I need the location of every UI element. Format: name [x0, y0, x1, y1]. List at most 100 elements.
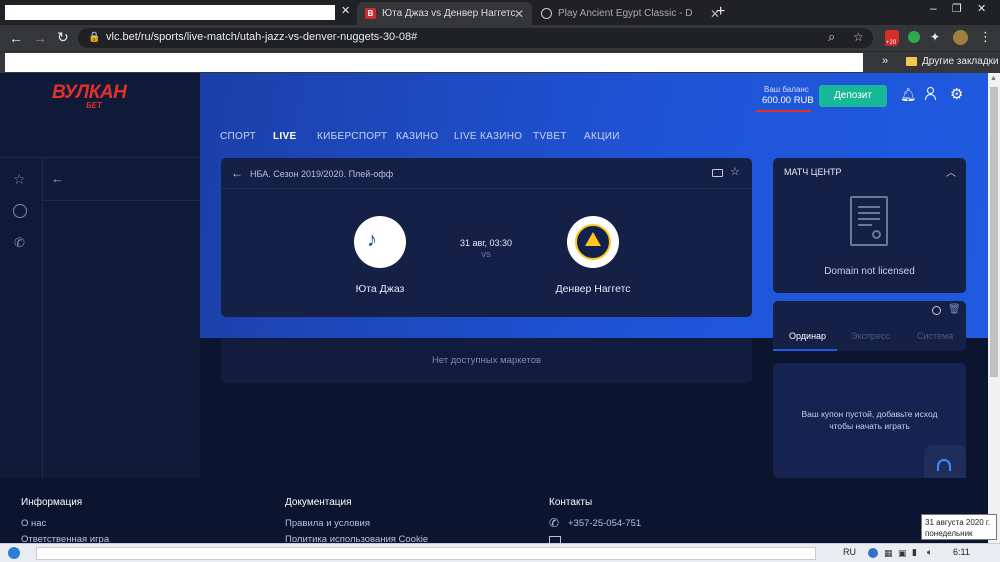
mail-icon [549, 536, 561, 543]
other-bookmarks[interactable]: Другие закладки [922, 56, 999, 67]
deposit-button[interactable]: Депозит [819, 85, 887, 107]
tab-system[interactable]: Система [917, 331, 953, 341]
balance-value[interactable]: 600.00 RUB [762, 95, 814, 106]
scroll-up-icon[interactable]: ▲ [990, 75, 997, 82]
network-icon[interactable]: ▦ [884, 548, 893, 559]
reload-icon[interactable]: ↻ [57, 30, 69, 44]
help-icon[interactable] [868, 548, 878, 558]
close-tab-icon[interactable]: ✕ [514, 7, 524, 21]
footer-col1-title: Информация [21, 497, 83, 508]
betslip-empty-line2: чтобы начать играть [829, 421, 910, 431]
minimize-icon[interactable]: – [930, 2, 937, 14]
nav-live-casino[interactable]: LIVE КАЗИНО [454, 131, 522, 142]
scroll-thumb[interactable] [990, 87, 998, 377]
vulkan-b-icon: B [365, 8, 376, 19]
betslip-empty-line1: Ваш купон пустой, добавьте исход [801, 409, 938, 419]
omnibox[interactable]: 🔒 vlc.bet/ru/sports/live-match/utah-jazz… [78, 28, 873, 48]
footer-phone[interactable]: +357-25-054-751 [568, 518, 641, 529]
vs-label: VS [481, 252, 491, 259]
user-icon[interactable] [925, 87, 936, 100]
back-arrow-icon[interactable]: ← [51, 171, 64, 186]
star-icon[interactable]: ☆ [730, 165, 740, 178]
bookmark-star-icon[interactable]: ☆ [853, 30, 864, 44]
tray-icon[interactable]: ▣ [898, 548, 907, 559]
language-indicator[interactable]: RU [843, 547, 856, 557]
tab-express[interactable]: Экспресс [851, 331, 890, 341]
phone-icon[interactable]: ✆ [14, 235, 25, 251]
footer-col3-title: Контакты [549, 497, 593, 508]
logo-sub: БЕТ [86, 101, 102, 110]
close-tab-icon[interactable]: ✕ [341, 6, 350, 17]
match-center-panel: МАТЧ ЦЕНТР ︿ Domain not licensed [773, 158, 966, 293]
tab-single[interactable]: Ординар [789, 331, 826, 341]
headset-icon [937, 459, 951, 471]
address-toolbar: ← → ↻ 🔒 vlc.bet/ru/sports/live-match/uta… [0, 25, 1000, 51]
left-sidebar: ВУЛКАН БЕТ ☆ ✆ ← [0, 73, 200, 478]
divider [42, 200, 200, 201]
divider [221, 188, 752, 189]
team-logo-jazz: ♪ [354, 216, 406, 268]
certificate-icon [850, 196, 888, 246]
redacted-bookmarks [5, 53, 863, 72]
page-scrollbar[interactable]: ▲ [988, 73, 1000, 543]
markets-panel: Нет доступных маркетов [221, 338, 752, 383]
star-icon[interactable]: ☆ [13, 171, 26, 188]
folder-icon [906, 57, 917, 66]
restore-icon[interactable]: ❐ [952, 4, 962, 15]
avatar[interactable] [953, 30, 968, 45]
match-center-title: МАТЧ ЦЕНТР [784, 167, 842, 177]
football-icon[interactable] [932, 306, 941, 315]
logo[interactable]: ВУЛКАН БЕТ [52, 82, 127, 110]
globe-icon [541, 8, 552, 19]
tooltip-weekday: понедельник [925, 529, 973, 538]
phone-icon: ✆ [549, 516, 560, 530]
team-logo-nuggets [567, 216, 619, 268]
scoreboard-icon[interactable] [712, 169, 723, 177]
back-arrow-icon[interactable]: ← [231, 166, 243, 180]
chevron-double-right-icon[interactable]: » [882, 56, 888, 67]
close-window-icon[interactable]: ✕ [977, 4, 986, 15]
signal-icon[interactable]: ▮ [912, 547, 917, 558]
footer-link[interactable]: О нас [21, 518, 46, 529]
footer-link[interactable]: Правила и условия [285, 518, 370, 529]
nav-live[interactable]: LIVE [273, 131, 296, 142]
browser-tab-strip: ✕ B Юта Джаз vs Денвер Наггетс В ✕ Play … [0, 0, 1000, 25]
back-arrow-icon[interactable]: ← [9, 31, 23, 45]
betslip-panel: 🗑︎ Ординар Экспресс Система [773, 301, 966, 351]
nav-tvbet[interactable]: TVBET [533, 131, 567, 142]
forward-arrow-icon[interactable]: → [33, 31, 47, 45]
balance-label: Ваш баланс [764, 85, 809, 94]
menu-dots-icon[interactable]: ⋮ [979, 30, 992, 43]
nav-sport[interactable]: СПОРТ [220, 131, 256, 142]
mountain-icon [585, 232, 601, 246]
football-icon[interactable] [13, 204, 27, 218]
clock-time[interactable]: 6:11 [953, 547, 970, 557]
jazz-logo-icon: ♪ [367, 229, 377, 251]
nav-casino[interactable]: КАЗИНО [396, 131, 438, 142]
chevron-up-icon[interactable]: ︿ [946, 164, 956, 179]
url-text[interactable]: vlc.bet/ru/sports/live-match/utah-jazz-v… [106, 31, 417, 43]
redacted-taskbar-apps [36, 547, 816, 560]
start-icon[interactable] [8, 547, 20, 559]
bookmarks-bar: » Другие закладки [0, 51, 1000, 73]
nav-promo[interactable]: АКЦИИ [584, 131, 620, 142]
balance-underline [756, 110, 811, 112]
footer-link[interactable]: Ответственная игра [21, 534, 109, 543]
tooltip-date: 31 августа 2020 г. [925, 518, 991, 527]
tab-inactive[interactable]: Play Ancient Egypt Classic - Dur ✕ [533, 2, 720, 25]
windows-taskbar: RU ▦ ▣ ▮ 🔈︎ 6:11 [0, 543, 1000, 562]
redacted-tab-title [5, 5, 335, 20]
no-markets-text: Нет доступных маркетов [431, 355, 542, 366]
footer-link[interactable]: Политика использования Cookie [285, 534, 428, 543]
footer-col2-title: Документация [285, 497, 352, 508]
trash-icon[interactable]: 🗑︎ [948, 304, 961, 315]
tab-active[interactable]: B Юта Джаз vs Денвер Наггетс В ✕ [357, 2, 532, 25]
nav-esport[interactable]: КИБЕРСПОРТ [317, 131, 387, 142]
speaker-icon[interactable]: 🔈︎ [927, 547, 932, 558]
bell-icon[interactable]: 🔔︎ [900, 87, 917, 103]
zoom-search-icon[interactable]: ⌕ [828, 29, 835, 45]
new-tab-icon[interactable]: + [716, 4, 725, 20]
gear-icon[interactable]: ⚙ [950, 85, 963, 103]
puzzle-icon[interactable]: ✦ [930, 31, 940, 43]
extension-green-icon[interactable] [908, 31, 920, 43]
